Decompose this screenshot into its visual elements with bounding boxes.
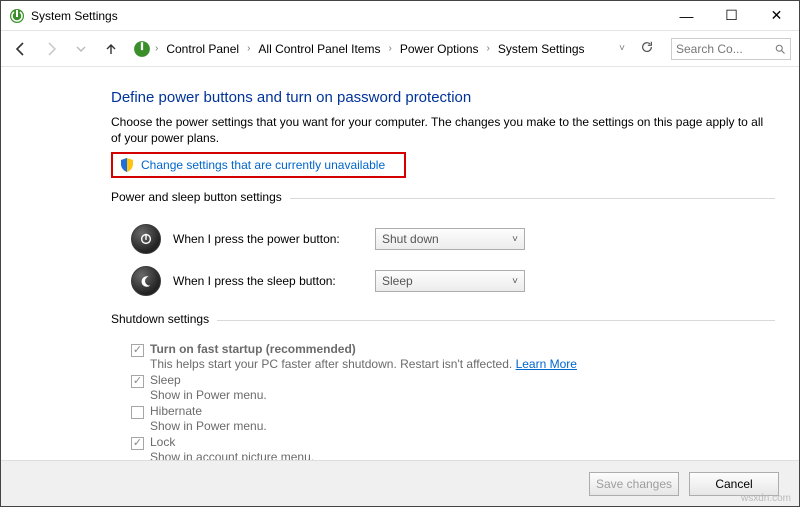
close-button[interactable]: ✕ [754, 1, 799, 31]
checkbox-desc: Show in Power menu. [150, 418, 267, 433]
forward-button[interactable] [39, 37, 63, 61]
power-options-icon [9, 8, 25, 24]
power-button-icon [131, 224, 161, 254]
group-label: Shutdown settings [111, 312, 209, 326]
sleep-checkbox-row: Sleep Show in Power menu. [111, 371, 775, 402]
fast-startup-checkbox-row: Turn on fast startup (recommended) This … [111, 340, 775, 371]
maximize-button[interactable]: ☐ [709, 1, 754, 31]
hibernate-checkbox-row: Hibernate Show in Power menu. [111, 402, 775, 433]
chevron-down-icon[interactable]: ˅ [617, 43, 627, 54]
checkbox-desc: This helps start your PC faster after sh… [150, 356, 577, 371]
search-placeholder: Search Co... [676, 42, 774, 56]
recent-dropdown[interactable] [69, 37, 93, 61]
checkbox-label: Hibernate [150, 404, 267, 418]
window-controls: — ☐ ✕ [664, 1, 799, 31]
chevron-right-icon: › [245, 43, 252, 54]
refresh-button[interactable] [635, 40, 659, 57]
checkbox-desc: Show in Power menu. [150, 387, 267, 402]
change-settings-link-label: Change settings that are currently unava… [141, 158, 385, 172]
shield-icon [119, 157, 135, 173]
title-bar: System Settings — ☐ ✕ [1, 1, 799, 31]
checkbox-label: Sleep [150, 373, 267, 387]
select-value: Sleep [382, 274, 413, 288]
sleep-button-label: When I press the sleep button: [173, 274, 363, 288]
change-settings-link[interactable]: Change settings that are currently unava… [111, 152, 406, 178]
power-button-select[interactable]: Shut down ˅ [375, 228, 525, 250]
checkbox-label: Turn on fast startup (recommended) [150, 342, 577, 356]
breadcrumb[interactable]: › Control Panel › All Control Panel Item… [129, 40, 627, 58]
power-button-label: When I press the power button: [173, 232, 363, 246]
sleep-checkbox[interactable] [131, 375, 144, 388]
learn-more-link[interactable]: Learn More [516, 357, 577, 371]
page-intro: Choose the power settings that you want … [111, 114, 775, 146]
power-options-icon [133, 40, 151, 58]
window-title: System Settings [31, 9, 664, 23]
hibernate-checkbox[interactable] [131, 406, 144, 419]
lock-checkbox[interactable] [131, 437, 144, 450]
up-button[interactable] [99, 37, 123, 61]
search-icon [774, 43, 786, 55]
select-value: Shut down [382, 232, 439, 246]
chevron-right-icon: › [485, 43, 492, 54]
chevron-down-icon [76, 44, 86, 54]
breadcrumb-item[interactable]: All Control Panel Items [254, 40, 384, 58]
watermark: wsxdn.com [741, 493, 791, 504]
arrow-right-icon [43, 41, 59, 57]
sleep-button-icon [131, 266, 161, 296]
sleep-button-select[interactable]: Sleep ˅ [375, 270, 525, 292]
refresh-icon [640, 40, 654, 54]
breadcrumb-item[interactable]: Control Panel [162, 40, 243, 58]
chevron-right-icon: › [153, 43, 160, 54]
nav-bar: › Control Panel › All Control Panel Item… [1, 31, 799, 67]
back-button[interactable] [9, 37, 33, 61]
checkbox-label: Lock [150, 435, 314, 449]
divider [217, 320, 775, 321]
chevron-right-icon: › [386, 43, 393, 54]
chevron-down-icon: ˅ [512, 276, 518, 287]
breadcrumb-item[interactable]: System Settings [494, 40, 589, 58]
save-button[interactable]: Save changes [589, 472, 679, 496]
group-power-buttons: Power and sleep button settings [111, 190, 775, 210]
cancel-button[interactable]: Cancel [689, 472, 779, 496]
minimize-button[interactable]: — [664, 1, 709, 31]
chevron-down-icon: ˅ [512, 234, 518, 245]
arrow-left-icon [13, 41, 29, 57]
fast-startup-checkbox[interactable] [131, 344, 144, 357]
content-area: Define power buttons and turn on passwor… [1, 67, 799, 464]
group-shutdown: Shutdown settings [111, 312, 775, 332]
group-label: Power and sleep button settings [111, 190, 282, 204]
page-title: Define power buttons and turn on passwor… [111, 89, 775, 106]
search-input[interactable]: Search Co... [671, 38, 791, 60]
divider [290, 198, 775, 199]
power-button-row: When I press the power button: Shut down… [111, 218, 775, 260]
sleep-button-row: When I press the sleep button: Sleep ˅ [111, 260, 775, 302]
footer: Save changes Cancel [1, 460, 799, 506]
breadcrumb-item[interactable]: Power Options [396, 40, 483, 58]
arrow-up-icon [103, 41, 119, 57]
